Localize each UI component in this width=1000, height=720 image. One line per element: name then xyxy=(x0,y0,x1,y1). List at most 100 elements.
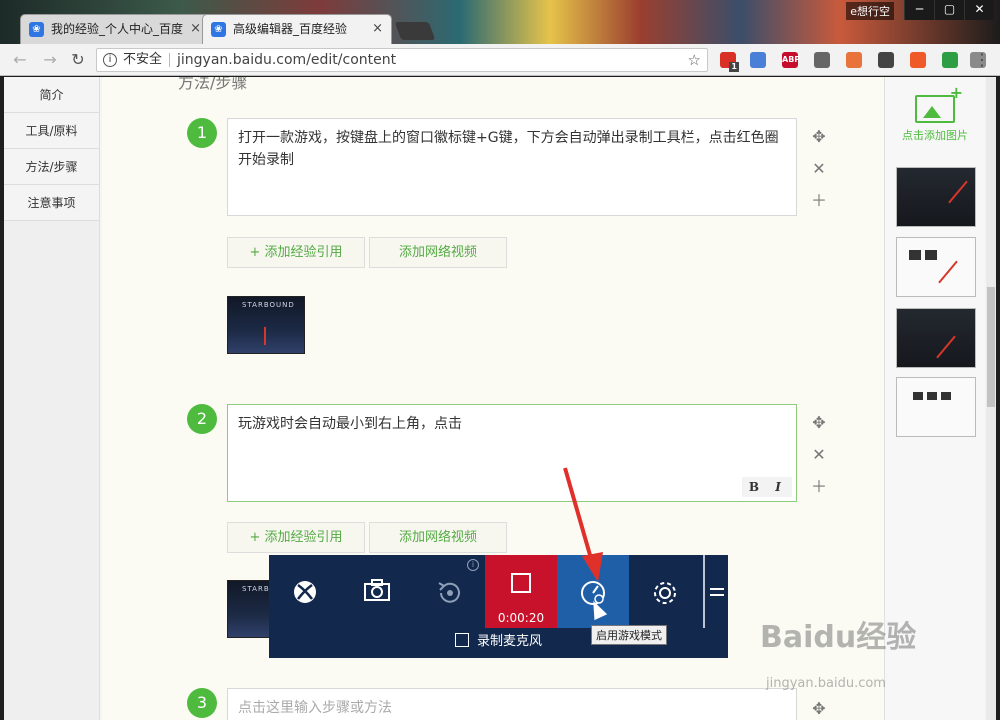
xbox-button[interactable] xyxy=(269,555,341,628)
step-number: 1 xyxy=(187,118,217,148)
move-icon[interactable]: ✥ xyxy=(809,407,829,439)
recording-timer: 0:00:20 xyxy=(497,611,545,625)
ext-grey-icon[interactable] xyxy=(814,52,830,68)
thumbnail-marker xyxy=(264,327,266,345)
step-text-box[interactable]: 打开一款游戏，按键盘上的窗口徽标键+G键，下方会自动弹出录制工具栏，点击红色圈开… xyxy=(227,118,797,216)
game-mode-tooltip: 启用游戏模式 xyxy=(591,625,667,645)
maximize-icon[interactable]: ▢ xyxy=(934,0,964,20)
close-icon[interactable]: × xyxy=(372,15,383,43)
delete-icon[interactable]: ✕ xyxy=(809,439,829,471)
grip-line xyxy=(710,594,724,596)
stop-icon xyxy=(511,573,531,593)
add-image-label: 点击添加图片 xyxy=(902,129,968,142)
translate-icon[interactable] xyxy=(750,52,766,68)
abp-icon[interactable]: ABP xyxy=(782,52,800,68)
tab-title: 高级编辑器_百度经验 xyxy=(233,22,348,36)
screenshot-button[interactable] xyxy=(341,555,413,628)
add-video-button[interactable]: 添加网络视频 xyxy=(369,522,507,553)
browser-toolbar: ← → ↻ i 不安全 jingyan.baidu.com/edit/conte… xyxy=(0,44,1000,76)
ext-orange-icon[interactable] xyxy=(846,52,862,68)
ext-dark-icon[interactable] xyxy=(878,52,894,68)
tab-title: 我的经验_个人中心_百度 xyxy=(51,22,184,36)
url-text[interactable]: jingyan.baidu.com/edit/content xyxy=(177,49,396,71)
extension-badge: 1 xyxy=(729,62,739,72)
add-quote-button[interactable]: + 添加经验引用 xyxy=(227,237,365,268)
scrollbar[interactable] xyxy=(986,77,996,720)
nav-item-notes[interactable]: 注意事项 xyxy=(4,185,99,221)
image-thumbnail[interactable] xyxy=(896,237,976,297)
step-text-box[interactable]: 玩游戏时会自动最小到右上角，点击 xyxy=(227,404,797,502)
settings-button[interactable] xyxy=(629,555,701,628)
security-label: 不安全 xyxy=(123,52,163,67)
delete-icon[interactable]: ✕ xyxy=(809,153,829,185)
thumbnail-marker xyxy=(909,250,921,260)
mic-checkbox[interactable] xyxy=(454,633,469,647)
add-video-button[interactable]: 添加网络视频 xyxy=(369,237,507,268)
thumbnail-marker xyxy=(948,180,968,204)
divider xyxy=(169,53,170,67)
gear-icon xyxy=(654,582,676,604)
step-actions: ✥ ✕ ＋ xyxy=(809,121,829,217)
step-actions: ✥ ✕ ＋ xyxy=(809,407,829,503)
baidu-watermark: Baidu经验 xyxy=(760,620,917,655)
add-image-icon xyxy=(915,83,963,123)
info-icon[interactable]: i xyxy=(467,559,479,571)
nav-item-intro[interactable]: 简介 xyxy=(4,77,99,113)
add-icon[interactable]: ＋ xyxy=(809,185,829,217)
add-image-button[interactable]: 点击添加图片 xyxy=(885,77,985,157)
ext-green-icon[interactable] xyxy=(942,52,958,68)
scrollbar-thumb[interactable] xyxy=(987,287,995,407)
add-quote-button[interactable]: + 添加经验引用 xyxy=(227,522,365,553)
thumbnail-marker xyxy=(941,392,951,400)
camera-icon xyxy=(364,579,390,601)
address-bar[interactable]: i 不安全 jingyan.baidu.com/edit/content ☆ xyxy=(96,48,708,72)
minimize-icon[interactable]: ─ xyxy=(904,0,934,20)
bold-button[interactable]: B xyxy=(742,477,766,497)
stop-recording-button[interactable]: 0:00:20 xyxy=(485,555,557,628)
image-thumbnail[interactable] xyxy=(896,308,976,368)
tab-advanced-editor[interactable]: ❀ 高级编辑器_百度经验 × xyxy=(202,14,392,44)
italic-button[interactable]: I xyxy=(766,477,790,497)
xbox-icon xyxy=(294,581,316,603)
nav-item-steps[interactable]: 方法/步骤 xyxy=(4,149,99,185)
left-nav: 简介 工具/原料 方法/步骤 注意事项 xyxy=(4,77,100,720)
bookmark-star-icon[interactable]: ☆ xyxy=(688,49,701,71)
reload-icon[interactable]: ↻ xyxy=(68,50,88,70)
drag-handle[interactable] xyxy=(703,555,728,628)
ext-lifebuoy-icon[interactable] xyxy=(910,52,926,68)
image-thumbnail[interactable] xyxy=(896,167,976,227)
step-number: 3 xyxy=(187,688,217,718)
baidu-paw-icon: ❀ xyxy=(29,22,44,37)
image-thumbnail[interactable] xyxy=(896,377,976,437)
add-icon[interactable]: ＋ xyxy=(809,471,829,503)
record-that-button[interactable]: i xyxy=(413,555,485,628)
nav-item-tools[interactable]: 工具/原料 xyxy=(4,113,99,149)
browser-titlebar: ❀ 我的经验_个人中心_百度 × ❀ 高级编辑器_百度经验 × e想行空 ─ ▢… xyxy=(0,0,1000,44)
record-last-icon xyxy=(438,582,460,603)
close-window-icon[interactable]: ✕ xyxy=(964,0,994,20)
thumbnail-marker xyxy=(913,392,923,400)
tab-my-experience[interactable]: ❀ 我的经验_个人中心_百度 × xyxy=(20,14,210,44)
thumbnail-marker xyxy=(925,250,937,260)
info-icon[interactable]: i xyxy=(103,53,117,67)
step-number: 2 xyxy=(187,404,217,434)
new-tab-button[interactable] xyxy=(394,22,436,40)
close-icon[interactable]: × xyxy=(190,15,201,43)
menu-dots-icon[interactable]: ⋮ xyxy=(974,50,990,69)
mic-label: 录制麦克风 xyxy=(476,634,542,649)
red-ext-icon[interactable]: 1 xyxy=(720,52,739,72)
baidu-paw-icon: ❀ xyxy=(211,22,226,37)
thumbnail-marker xyxy=(927,392,937,400)
format-buttons: BI xyxy=(742,477,792,497)
back-arrow-icon[interactable]: ← xyxy=(10,50,30,70)
move-icon[interactable]: ✥ xyxy=(809,121,829,153)
profile-name[interactable]: e想行空 xyxy=(846,2,894,20)
thumbnail-text: STARBOUND xyxy=(242,301,295,309)
thumbnail-marker xyxy=(938,260,958,284)
step-text-box[interactable]: 点击这里输入步骤或方法 xyxy=(227,688,797,720)
move-icon[interactable]: ✥ xyxy=(809,693,829,720)
forward-arrow-icon[interactable]: → xyxy=(40,50,60,70)
section-title: 方法/步骤 xyxy=(178,77,248,92)
step-image-thumbnail[interactable]: STARBOUND xyxy=(227,296,305,354)
game-bar-buttons: i 0:00:20 xyxy=(269,555,728,628)
